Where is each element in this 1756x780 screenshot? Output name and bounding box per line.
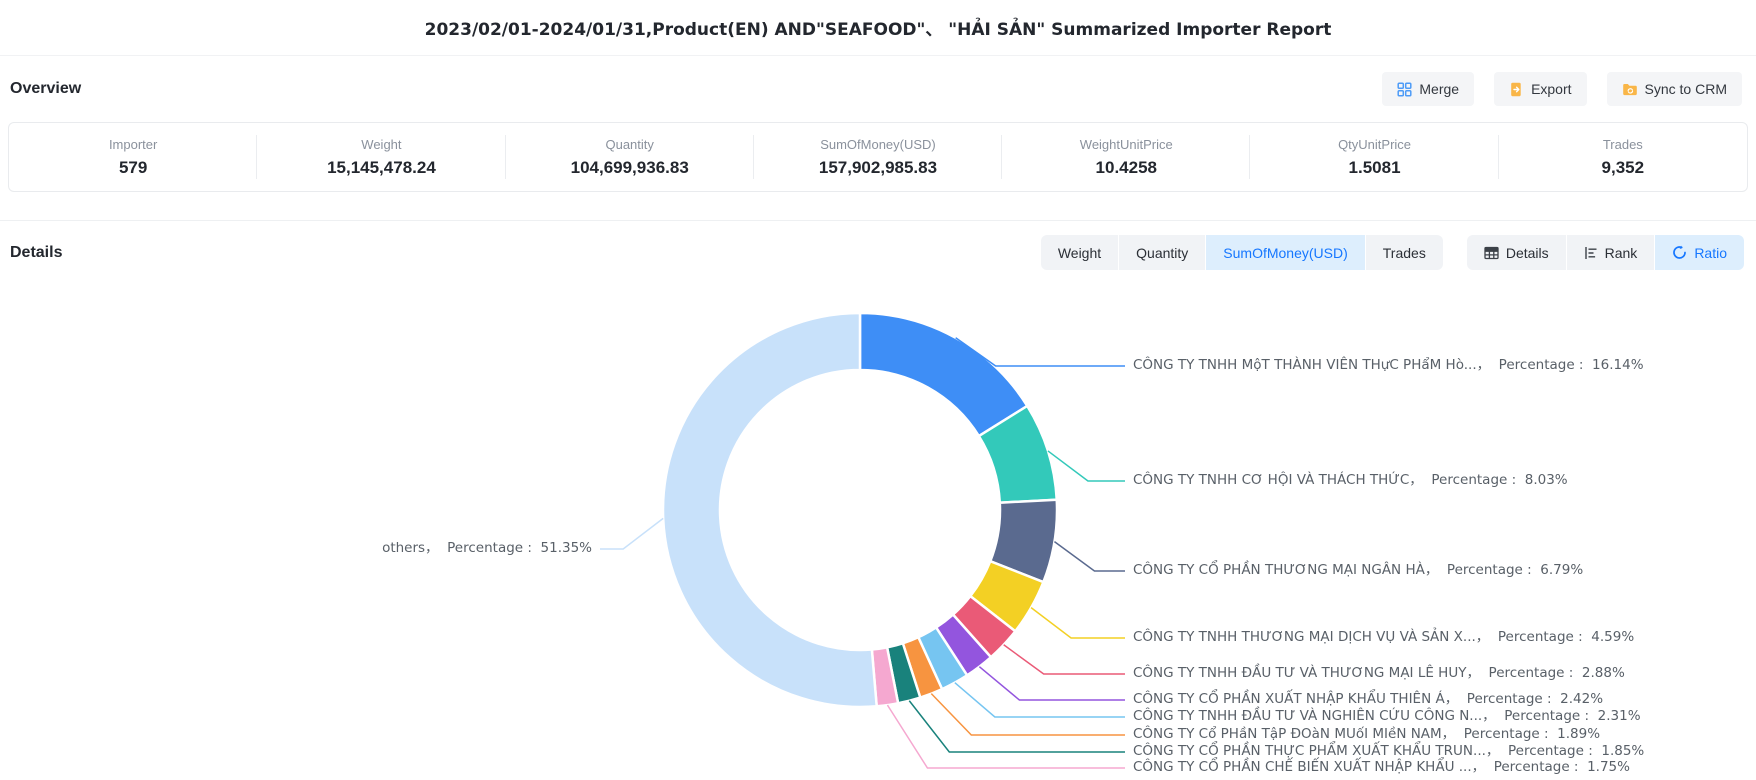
chart-label-line (1004, 645, 1125, 674)
chart-label-line (1054, 542, 1125, 571)
chart-label: CÔNG TY CỔ PHẦN THƯƠNG MẠI NGÂN HÀ， Perc… (1133, 561, 1583, 580)
chart-label: CÔNG TY TNHH ĐẦU TƯ VÀ THƯƠNG MẠI LÊ HUY… (1133, 664, 1625, 683)
chart-label: CÔNG TY TNHH THƯƠNG MẠI DỊCH VỤ VÀ SẢN X… (1133, 628, 1634, 647)
chart-label: CÔNG TY TNHH CƠ HỘI VÀ THÁCH THỨC， Perce… (1133, 471, 1568, 490)
chart-label: CÔNG TY CỔ PHẦN CHẾ BIẾN XUẤT NHẬP KHẨU … (1133, 758, 1630, 777)
donut-chart-svg (0, 0, 1756, 780)
chart-label-line (887, 705, 1125, 768)
chart-label: CÔNG TY TNHH MộT THÀNH VIÊN THựC PHẩM Hò… (1133, 356, 1644, 375)
chart-label: CÔNG TY TNHH ĐẦU TƯ VÀ NGHIÊN CỨU CÔNG N… (1133, 707, 1641, 726)
chart-label-line (1031, 608, 1125, 638)
donut-slice[interactable] (860, 313, 1027, 436)
chart-label: others， Percentage : 51.35% (382, 539, 592, 558)
donut-slice[interactable] (663, 313, 877, 707)
chart-label-line (600, 518, 663, 549)
chart-label-line (909, 701, 1125, 752)
chart-label-line (1048, 451, 1125, 481)
chart-label-line (979, 667, 1125, 700)
donut-chart: CÔNG TY TNHH MộT THÀNH VIÊN THựC PHẩM Hò… (0, 0, 1756, 780)
